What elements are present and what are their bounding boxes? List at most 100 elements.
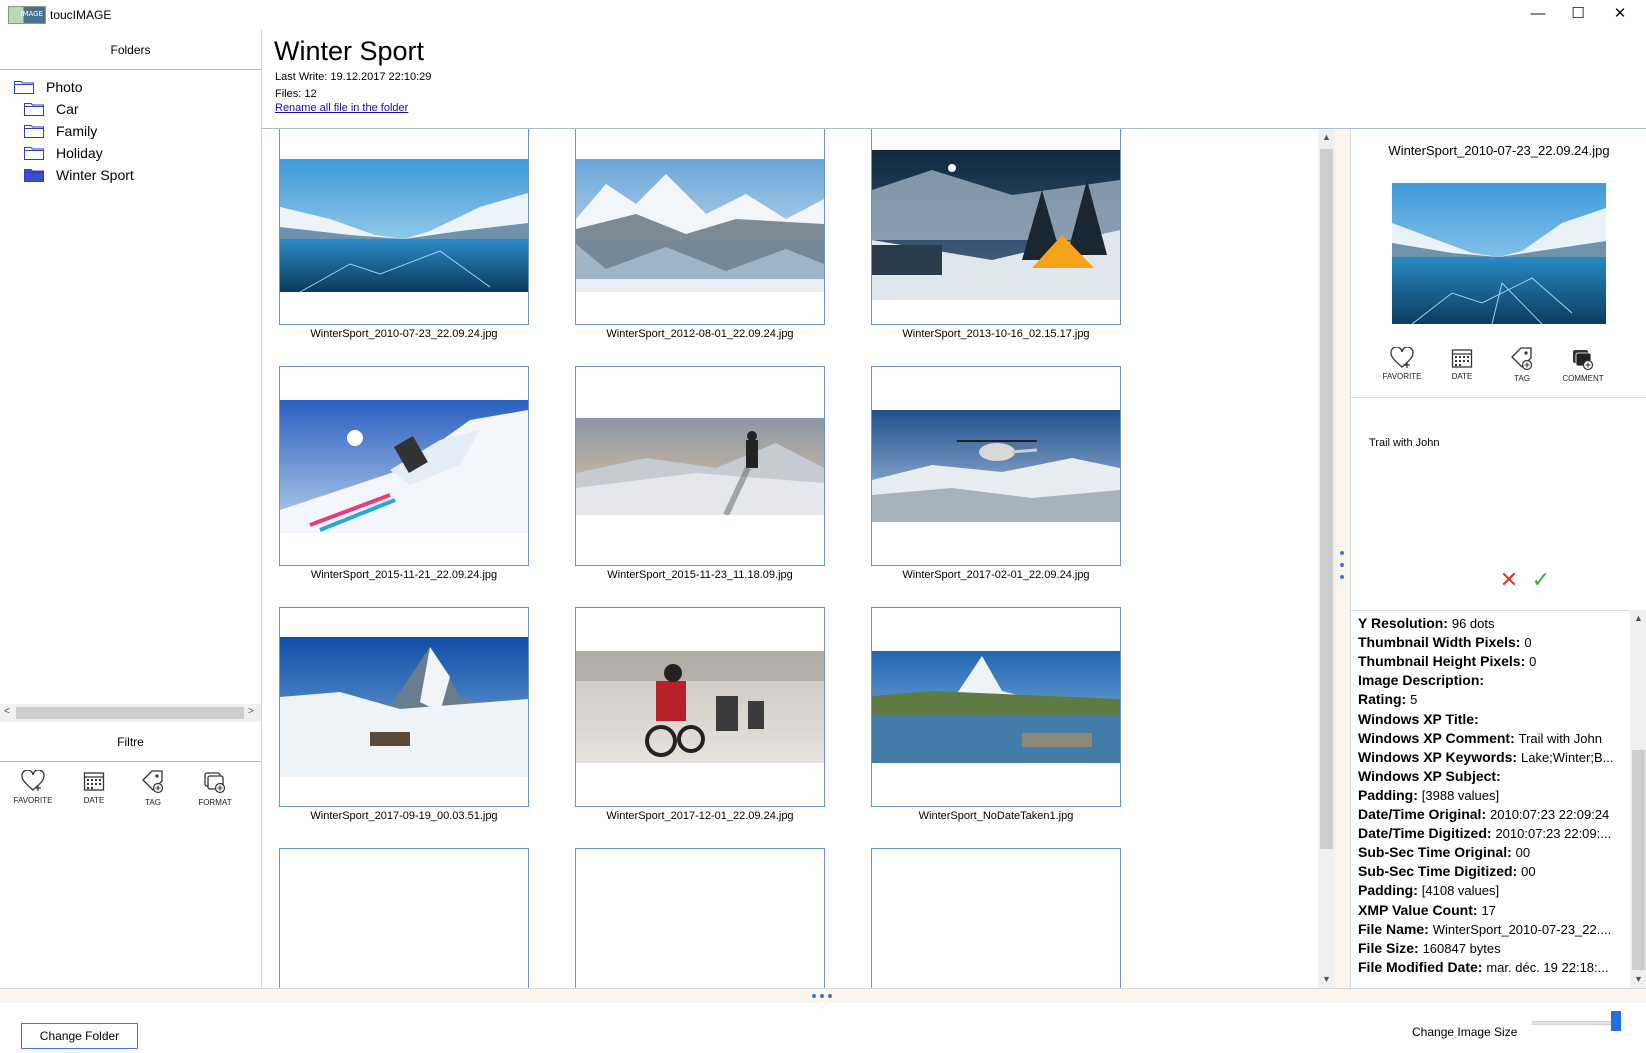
thumbnail-tile[interactable] xyxy=(871,129,1121,325)
filter-format-button[interactable]: FORMAT xyxy=(185,770,245,807)
thumbnail-image xyxy=(872,651,1120,763)
heart-icon xyxy=(3,770,63,792)
folder-tree-item[interactable]: Photo xyxy=(14,76,83,98)
tag-action-button[interactable]: TAG xyxy=(1492,347,1552,383)
title-bar: IMAGE toucIMAGE — ☐ ✕ xyxy=(0,0,1646,30)
app-logo: IMAGE xyxy=(8,6,46,24)
thumbnail-image xyxy=(576,651,824,763)
scroll-down-icon[interactable]: ▼ xyxy=(1322,974,1331,984)
folder-tree-item[interactable]: Winter Sport xyxy=(24,164,134,186)
splitter-dot xyxy=(1340,575,1344,579)
change-folder-button[interactable]: Change Folder xyxy=(21,1023,138,1049)
grid-vertical-scrollbar[interactable]: ▲ ▼ xyxy=(1318,129,1335,988)
metadata-value: 2010:07:23 22:09:24 xyxy=(1490,807,1610,822)
metadata-row: Windows XP Subject: xyxy=(1358,768,1623,784)
metadata-row: Sub-Sec Time Digitized: 00 xyxy=(1358,863,1623,879)
close-button[interactable]: ✕ xyxy=(1597,0,1643,30)
scroll-up-icon[interactable]: ▲ xyxy=(1634,613,1643,623)
folder-label: Photo xyxy=(46,79,83,95)
scroll-right-icon[interactable]: > xyxy=(248,706,254,717)
folder-label: Family xyxy=(56,123,98,139)
metadata-value: 2010:07:23 22:09:... xyxy=(1495,826,1612,842)
cancel-comment-button[interactable]: ✕ xyxy=(1497,569,1521,593)
folder-label: Car xyxy=(56,101,79,117)
thumbnail-image xyxy=(280,159,528,292)
filter-favorite-button[interactable]: FAVORITE xyxy=(3,770,63,805)
splitter-dot xyxy=(1340,551,1344,555)
image-size-slider[interactable] xyxy=(1532,1021,1620,1025)
confirm-comment-button[interactable]: ✓ xyxy=(1529,569,1553,593)
metadata-value: 160847 bytes xyxy=(1422,940,1501,956)
thumbnail-tile[interactable] xyxy=(575,607,825,807)
filter-label: FAVORITE xyxy=(13,796,53,805)
date-action-button[interactable]: DATE xyxy=(1432,347,1492,381)
maximize-button[interactable]: ☐ xyxy=(1555,0,1601,30)
thumbnail-filename: WinterSport_2017-12-01_22.09.24.jpg xyxy=(606,810,794,822)
scrollbar-thumb[interactable] xyxy=(1320,149,1333,849)
metadata-key: Sub-Sec Time Original: xyxy=(1358,844,1512,861)
rename-all-link[interactable]: Rename all file in the folder xyxy=(275,102,408,114)
folder-icon xyxy=(24,168,44,182)
metadata-key: Date/Time Digitized: xyxy=(1358,825,1492,842)
filter-tag-button[interactable]: TAG xyxy=(123,770,183,807)
horizontal-scrollbar[interactable]: < > xyxy=(0,704,261,722)
metadata-key: File Modified Date: xyxy=(1358,958,1483,975)
thumbnail-tile[interactable] xyxy=(871,607,1121,807)
thumbnail-tile[interactable] xyxy=(279,848,529,988)
metadata-key: Padding: xyxy=(1358,882,1418,899)
folder-tree-item[interactable]: Car xyxy=(24,98,79,120)
metadata-row: Sub-Sec Time Original: 00 xyxy=(1358,844,1623,860)
thumbnail-image xyxy=(280,637,528,777)
thumbnail-tile[interactable] xyxy=(871,366,1121,566)
vertical-splitter[interactable] xyxy=(1335,129,1350,988)
comment-action-button[interactable]: COMMENT xyxy=(1553,347,1613,383)
folder-tree-item[interactable]: Family xyxy=(24,120,97,142)
calendar-icon xyxy=(64,770,124,792)
slider-thumb[interactable] xyxy=(1610,1011,1621,1031)
scroll-up-icon[interactable]: ▲ xyxy=(1322,132,1331,142)
folder-icon xyxy=(24,102,44,116)
horizontal-splitter[interactable] xyxy=(0,988,1646,1003)
metadata-row: Windows XP Keywords: Lake;Winter;B... xyxy=(1358,749,1623,765)
metadata-row: Padding: [4108 values] xyxy=(1358,882,1623,898)
metadata-row: Windows XP Comment: Trail with John xyxy=(1358,730,1623,746)
scroll-left-icon[interactable]: < xyxy=(4,706,10,717)
folders-header: Folders xyxy=(0,30,261,70)
tag-icon xyxy=(1492,347,1552,371)
folder-label: Holiday xyxy=(56,145,103,161)
filter-date-button[interactable]: DATE xyxy=(64,770,124,805)
scrollbar-thumb[interactable] xyxy=(1632,750,1645,970)
metadata-value: 00 xyxy=(1521,864,1536,880)
left-pane: Folders Photo Car Family Holiday Winter Spor… xyxy=(0,30,262,988)
thumbnail-tile[interactable] xyxy=(279,129,529,325)
metadata-key: File Size: xyxy=(1358,939,1419,956)
thumbnail-tile[interactable] xyxy=(279,366,529,566)
folder-tree-item[interactable]: Holiday xyxy=(24,142,103,164)
comment-text: Trail with John xyxy=(1369,437,1440,449)
thumbnail-tile[interactable] xyxy=(871,848,1121,988)
thumbnail-tile[interactable] xyxy=(575,129,825,325)
thumbnail-tile[interactable] xyxy=(279,607,529,807)
metadata-list: Y Resolution: 96 dots Thumbnail Width Pix… xyxy=(1351,610,1646,988)
thumbnail-filename: WinterSport_2015-11-21_22.09.24.jpg xyxy=(310,569,498,581)
thumbnail-image xyxy=(576,418,824,515)
filter-label: DATE xyxy=(83,796,105,805)
preview-filename: WinterSport_2010-07-23_22.09.24.jpg xyxy=(1388,143,1610,158)
metadata-key: Sub-Sec Time Digitized: xyxy=(1358,863,1518,880)
thumbnail-tile[interactable] xyxy=(575,366,825,566)
metadata-value: WinterSport_2010-07-23_22.... xyxy=(1432,921,1612,937)
metadata-value: Trail with John xyxy=(1518,730,1602,746)
favorite-action-button[interactable]: FAVORITE xyxy=(1372,347,1432,381)
metadata-value: 0 xyxy=(1524,635,1532,651)
scrollbar-thumb[interactable] xyxy=(16,707,244,719)
image-size-label: Change Image Size xyxy=(1412,1025,1518,1039)
scroll-down-icon[interactable]: ▼ xyxy=(1634,974,1643,984)
thumbnail-image xyxy=(872,150,1120,300)
heart-icon xyxy=(1372,347,1432,369)
metadata-key: Padding: xyxy=(1358,786,1418,803)
metadata-value: Lake;Winter;B... xyxy=(1520,749,1614,765)
metadata-key: Date/Time Original: xyxy=(1358,806,1487,822)
thumbnail-tile[interactable] xyxy=(575,848,825,988)
metadata-scrollbar[interactable]: ▲ ▼ xyxy=(1630,610,1646,988)
splitter-dot xyxy=(828,994,832,998)
